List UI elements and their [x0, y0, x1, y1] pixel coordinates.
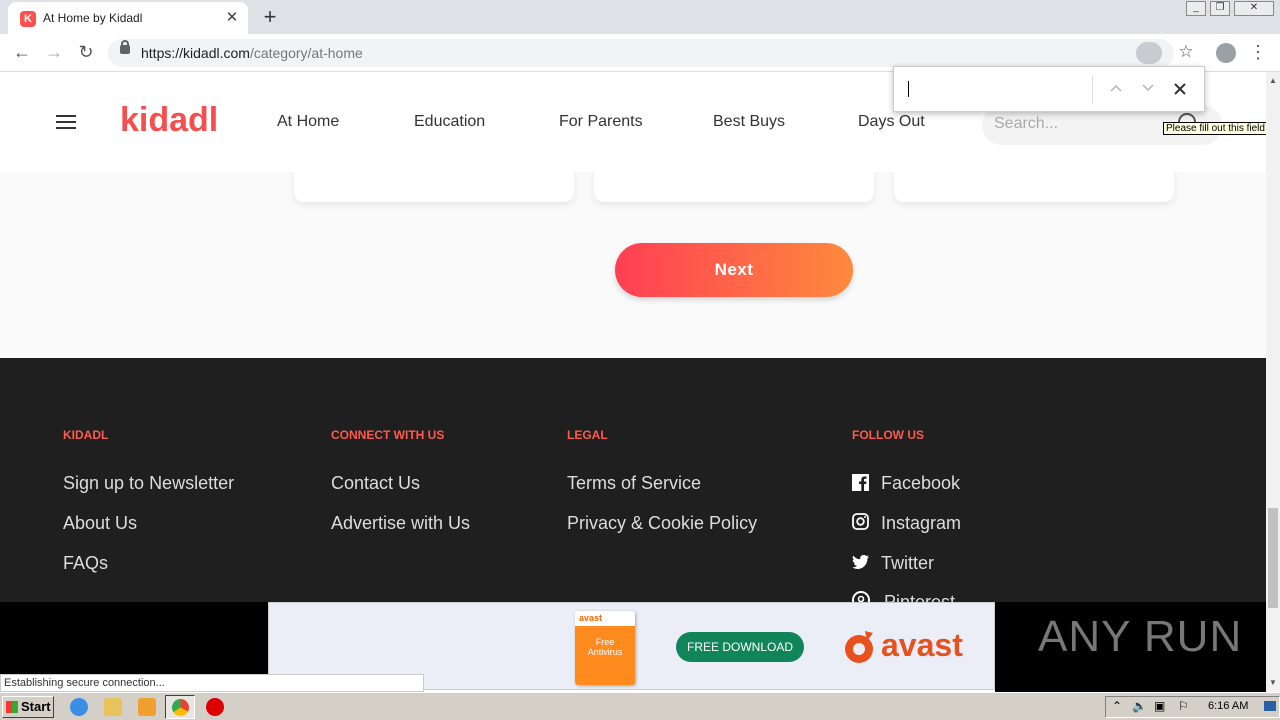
chrome-icon: [172, 699, 189, 716]
close-tab-icon[interactable]: ✕: [224, 8, 240, 26]
kidadl-favicon-icon: K: [20, 11, 36, 27]
footer-link-faqs[interactable]: FAQs: [63, 553, 108, 574]
system-tray: ⌃ 🔈 ▣ ⚐: [1105, 696, 1280, 718]
footer-link-terms[interactable]: Terms of Service: [567, 473, 701, 494]
network-icon[interactable]: ▣: [1154, 699, 1165, 713]
ad-box-title: Free Antivirus: [587, 637, 623, 657]
pinterest-icon[interactable]: [852, 591, 870, 602]
nav-best-buys[interactable]: Best Buys: [713, 113, 785, 131]
anyrun-watermark: ANY RUN: [1038, 612, 1243, 661]
scroll-down-arrow-icon[interactable]: ▼: [1269, 678, 1277, 687]
nav-days-out[interactable]: Days Out: [858, 113, 925, 131]
footer-link-pinterest[interactable]: Pinterest: [884, 592, 955, 602]
twitter-icon[interactable]: [852, 555, 869, 569]
footer-link-advertise[interactable]: Advertise with Us: [331, 513, 470, 534]
tray-expand-icon[interactable]: ⌃: [1112, 699, 1122, 713]
reload-icon[interactable]: ↻: [74, 42, 98, 63]
find-indicator-icon[interactable]: [1136, 42, 1162, 64]
footer-heading-follow: FOLLOW US: [852, 428, 924, 442]
validation-tooltip: Please fill out this field.: [1163, 122, 1271, 135]
ad-box-brand: avast: [579, 613, 603, 623]
footer-heading-kidadl: KIDADL: [63, 428, 109, 442]
search-placeholder: Search...: [994, 115, 1059, 132]
restore-button[interactable]: ❐: [1210, 1, 1230, 16]
menu-dots-icon[interactable]: ⋮: [1246, 42, 1270, 63]
footer-link-about[interactable]: About Us: [63, 513, 137, 534]
footer-link-privacy[interactable]: Privacy & Cookie Policy: [567, 513, 757, 534]
chevron-down-icon[interactable]: [1142, 84, 1154, 92]
address-bar[interactable]: https://kidadl.com/category/at-home: [108, 39, 1174, 67]
footer-heading-legal: LEGAL: [567, 428, 608, 442]
new-tab-button[interactable]: +: [258, 4, 282, 30]
url-path: /category/at-home: [249, 45, 363, 61]
footer-link-instagram[interactable]: Instagram: [881, 513, 961, 534]
footer-link-twitter[interactable]: Twitter: [881, 553, 934, 574]
close-window-button[interactable]: ✕: [1234, 1, 1274, 16]
page-scrollbar[interactable]: ▲ ▼: [1266, 72, 1280, 692]
media-player-icon[interactable]: [138, 698, 156, 716]
explorer-folder-icon[interactable]: [104, 698, 122, 716]
start-label: Start: [21, 699, 51, 714]
close-find-icon[interactable]: [1174, 83, 1186, 95]
nav-for-parents[interactable]: For Parents: [559, 113, 643, 131]
antivirus-box-image: avast Free Antivirus: [575, 611, 635, 685]
find-input[interactable]: [902, 75, 1088, 103]
footer-link-newsletter[interactable]: Sign up to Newsletter: [63, 473, 234, 494]
site-footer: KIDADL Sign up to Newsletter About Us FA…: [0, 358, 1266, 602]
avast-logo-icon: [845, 631, 873, 663]
footer-link-contact[interactable]: Contact Us: [331, 473, 420, 494]
page-content: kidadl At Home Education For Parents Bes…: [0, 72, 1266, 602]
scrollbar-thumb[interactable]: [1268, 508, 1278, 608]
hamburger-menu-icon[interactable]: [56, 115, 76, 129]
find-in-page-bar: [893, 66, 1205, 112]
footer-link-facebook[interactable]: Facebook: [881, 473, 960, 494]
chrome-taskbar-button[interactable]: [165, 695, 195, 719]
profile-avatar-icon[interactable]: [1216, 43, 1236, 63]
forward-arrow-icon[interactable]: →: [42, 42, 66, 63]
nav-at-home[interactable]: At Home: [277, 113, 339, 131]
find-divider: [1092, 75, 1093, 103]
url-host: https://kidadl.com: [141, 45, 250, 61]
action-center-flag-icon[interactable]: ⚐: [1178, 699, 1189, 713]
scroll-up-arrow-icon[interactable]: ▲: [1269, 76, 1277, 85]
tab-strip: K At Home by Kidadl ✕ + _ ❐ ✕: [0, 0, 1280, 34]
browser-tab[interactable]: K At Home by Kidadl ✕: [8, 2, 248, 34]
status-bubble: Establishing secure connection...: [0, 674, 424, 692]
bookmark-star-icon[interactable]: ☆: [1174, 42, 1198, 62]
lock-icon: [120, 40, 130, 54]
windows-logo-icon: [6, 701, 18, 713]
minimize-button[interactable]: _: [1186, 1, 1206, 16]
text-cursor: [908, 81, 909, 97]
nav-education[interactable]: Education: [414, 113, 485, 131]
next-page-button[interactable]: Next: [615, 243, 853, 297]
tab-title: At Home by Kidadl: [43, 11, 143, 25]
volume-icon[interactable]: 🔈: [1132, 699, 1147, 713]
chevron-up-icon[interactable]: [1110, 84, 1122, 92]
back-arrow-icon[interactable]: ←: [10, 42, 34, 63]
avast-wordmark: avast: [881, 627, 963, 663]
footer-heading-connect: CONNECT WITH US: [331, 428, 445, 442]
ie-icon[interactable]: [70, 698, 88, 716]
start-button[interactable]: Start: [2, 696, 54, 718]
taskbar-clock[interactable]: 6:16 AM: [1208, 700, 1248, 712]
windows-taskbar: Start ⌃ 🔈 ▣ ⚐ 6:16 AM: [0, 692, 1280, 720]
instagram-icon[interactable]: [852, 513, 869, 530]
free-download-button[interactable]: FREE DOWNLOAD: [676, 632, 804, 662]
show-desktop-icon[interactable]: [1264, 701, 1276, 711]
facebook-icon[interactable]: [852, 474, 869, 491]
opera-icon[interactable]: [206, 698, 224, 716]
url-text: https://kidadl.com/category/at-home: [141, 45, 363, 61]
kidadl-logo[interactable]: kidadl: [120, 101, 218, 140]
